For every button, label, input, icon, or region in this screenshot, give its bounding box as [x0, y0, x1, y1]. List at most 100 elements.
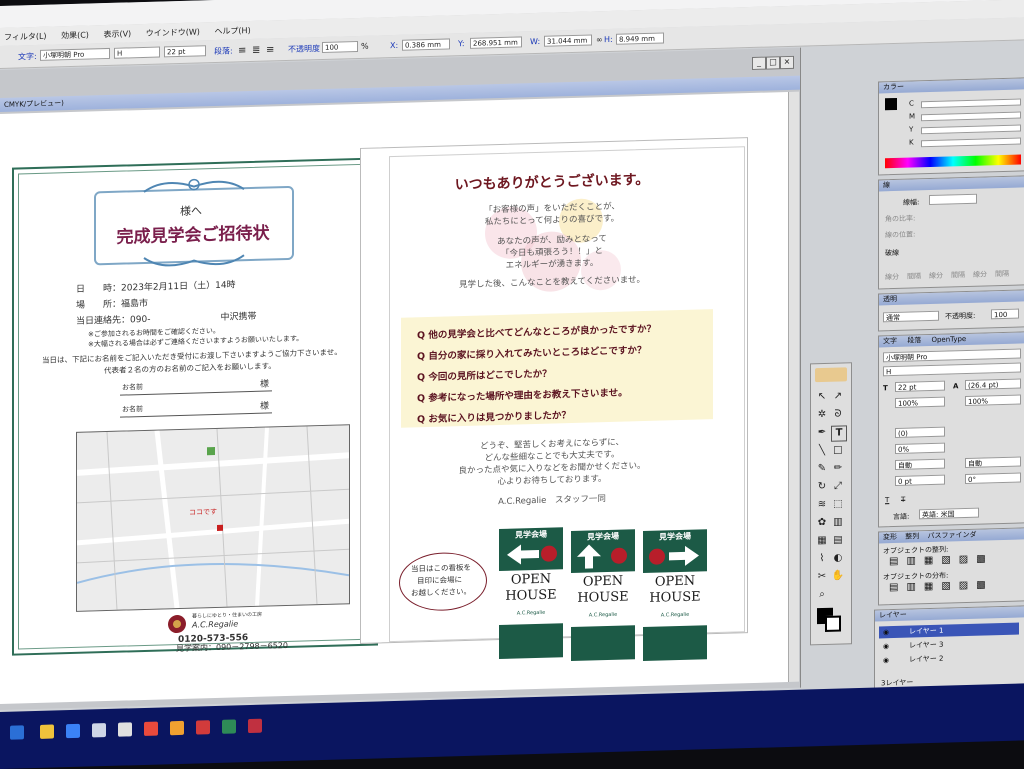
pen-tool-icon[interactable]: ✒ [815, 426, 829, 440]
stroke-weight-field[interactable] [929, 193, 977, 206]
slider-k[interactable] [921, 137, 1021, 148]
visibility-eye-icon[interactable]: ◉ [883, 628, 889, 636]
align-right-icon[interactable]: ≡ [266, 44, 274, 55]
char-style-select[interactable]: H [883, 362, 1021, 377]
style-select[interactable]: H [114, 46, 160, 59]
artboard-canvas[interactable]: 様へ 完成見学会ご招待状 日 時：2023年2月11日（土）14時 場 所：福島… [0, 91, 788, 705]
slider-m[interactable] [921, 111, 1021, 122]
app-icon[interactable] [196, 720, 210, 735]
doc-maximize-icon[interactable]: □ [766, 56, 780, 70]
file-explorer-icon[interactable] [40, 724, 54, 739]
selection-tool-icon[interactable]: ↖ [815, 390, 829, 404]
char-auto2-field[interactable]: 自動 [965, 456, 1021, 469]
direct-selection-tool-icon[interactable]: ↗ [831, 389, 845, 403]
tab-pathfinder[interactable]: パスファインダ [927, 531, 976, 540]
app-icon[interactable] [118, 722, 132, 737]
char-leading-field[interactable]: (26.4 pt) [965, 378, 1021, 391]
pencil-tool-icon[interactable]: ✏ [831, 461, 845, 475]
layer-row-1[interactable]: レイヤー 1 [879, 622, 1019, 639]
type-tool-icon[interactable]: T [831, 425, 847, 442]
transparency-opacity-field[interactable]: 100 [991, 308, 1019, 320]
menu-help[interactable]: ヘルプ(H) [214, 25, 250, 37]
color-spectrum[interactable] [885, 154, 1021, 169]
stroke-swatch[interactable] [825, 615, 841, 632]
zoom-tool-icon[interactable]: ⌕ [815, 588, 829, 602]
char-vscale-field[interactable]: 100% [895, 396, 945, 409]
opacity-field[interactable]: 100 [322, 41, 358, 54]
app-icon[interactable] [248, 718, 262, 734]
rectangle-tool-icon[interactable]: □ [831, 443, 845, 457]
free-transform-tool-icon[interactable]: ⬚ [831, 497, 845, 511]
color-fill-swatch[interactable] [885, 97, 897, 111]
vertical-scrollbar[interactable] [788, 91, 799, 682]
layer-row-3[interactable]: レイヤー 3 [879, 637, 1019, 653]
graph-tool-icon[interactable]: ▥ [831, 515, 845, 529]
excel-icon[interactable] [222, 719, 236, 734]
illustrator-icon[interactable] [170, 720, 184, 736]
char-baseline-field[interactable]: 0 pt [895, 474, 945, 487]
align-buttons[interactable]: ▤▥▦▧▨▩ [889, 553, 994, 567]
chrome-icon[interactable] [144, 721, 158, 736]
visibility-eye-icon[interactable]: ◉ [883, 642, 889, 650]
menu-view[interactable]: 表示(V) [103, 28, 131, 40]
mesh-tool-icon[interactable]: ▦ [815, 534, 829, 548]
link-icon[interactable]: ∞ [596, 35, 603, 44]
char-tracking-field[interactable]: (0) [895, 426, 945, 439]
font-select[interactable]: 小塚明朝 Pro [40, 47, 110, 61]
scissors-tool-icon[interactable]: ✂ [815, 570, 829, 584]
char-hscale-field[interactable]: 100% [965, 394, 1021, 407]
dashed-checkbox[interactable]: 破線 [885, 248, 899, 258]
symbol-tool-icon[interactable]: ✿ [815, 516, 829, 530]
slider-y[interactable] [921, 124, 1021, 135]
char-font-select[interactable]: 小塚明朝 Pro [883, 348, 1021, 363]
underline-icon[interactable]: T [885, 496, 889, 504]
brush-tool-icon[interactable]: ✎ [815, 462, 829, 476]
tab-opentype[interactable]: OpenType [931, 335, 966, 344]
blend-tool-icon[interactable]: ◐ [831, 551, 845, 565]
doc-close-icon[interactable]: × [780, 55, 794, 70]
transparency-panel-tab[interactable]: 透明 [879, 290, 1024, 306]
language-select[interactable]: 英語: 米国 [919, 507, 979, 520]
tab-paragraph[interactable]: 段落 [907, 336, 921, 344]
char-size-field[interactable]: 22 pt [895, 380, 945, 393]
char-kerning-field[interactable]: 0% [895, 442, 945, 455]
tab-align[interactable]: 整列 [905, 532, 919, 540]
distribute-buttons[interactable]: ▤▥▦▧▨▩ [889, 579, 994, 593]
start-icon[interactable] [10, 725, 24, 740]
rotate-tool-icon[interactable]: ↻ [815, 480, 829, 494]
stroke-panel-tab[interactable]: 線 [879, 176, 1024, 192]
size-field[interactable]: 22 pt [164, 45, 206, 58]
char-auto1-field[interactable]: 自動 [895, 458, 945, 471]
layers-panel-tab[interactable]: レイヤー [875, 606, 1024, 622]
lasso-tool-icon[interactable]: ᘐ [831, 407, 845, 421]
menu-filter[interactable]: フィルタ(L) [4, 31, 47, 43]
menu-effect[interactable]: 効果(C) [61, 30, 89, 42]
hand-tool-icon[interactable]: ✋ [831, 569, 845, 583]
strikethrough-icon[interactable]: T [901, 496, 905, 504]
tab-transform[interactable]: 変形 [883, 533, 897, 541]
char-rotate-field[interactable]: 0° [965, 472, 1021, 485]
h-field[interactable]: 8.949 mm [616, 32, 664, 45]
y-field[interactable]: 268.951 mm [470, 36, 522, 49]
color-panel-tab[interactable]: カラー [879, 78, 1024, 94]
x-field[interactable]: 0.386 mm [402, 38, 450, 51]
w-field[interactable]: 31.044 mm [544, 34, 592, 47]
warp-tool-icon[interactable]: ≋ [815, 498, 829, 512]
align-center-icon[interactable]: ≣ [252, 45, 260, 56]
line-tool-icon[interactable]: ╲ [815, 444, 829, 458]
layer-row-2[interactable]: レイヤー 2 [879, 651, 1019, 667]
gradient-tool-icon[interactable]: ▤ [831, 533, 845, 547]
eyedropper-tool-icon[interactable]: ⌇ [815, 552, 829, 566]
doc-minimize-icon[interactable]: _ [752, 56, 766, 70]
menu-window[interactable]: ウインドウ(W) [146, 26, 200, 39]
slider-c[interactable] [921, 98, 1021, 109]
app-icon[interactable] [92, 723, 106, 738]
align-left-icon[interactable]: ≡ [238, 45, 246, 56]
visibility-eye-icon[interactable]: ◉ [883, 656, 889, 664]
app-icon[interactable] [66, 723, 80, 739]
tab-character[interactable]: 文字 [883, 337, 897, 345]
scale-tool-icon[interactable]: ⤢ [831, 479, 845, 493]
map-graphic [76, 425, 350, 611]
magic-wand-tool-icon[interactable]: ✲ [815, 408, 829, 422]
blend-mode-select[interactable]: 通常 [883, 310, 939, 323]
